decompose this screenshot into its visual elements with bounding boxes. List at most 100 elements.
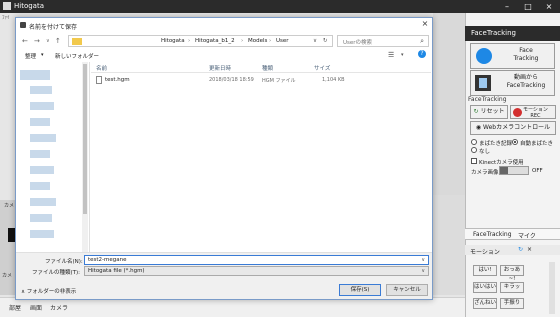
filename-label: ファイル名(N): <box>45 259 83 265</box>
minimize-icon[interactable]: – <box>497 1 517 12</box>
tab-camera[interactable]: カメラ <box>50 303 68 312</box>
motion-button-zannen[interactable]: ざんねい <box>473 298 497 309</box>
motion-header: モーション ↻ × <box>465 245 560 256</box>
camera-image-toggle[interactable] <box>499 166 529 175</box>
workspace-gutter <box>433 13 465 195</box>
nav-item[interactable] <box>30 118 50 126</box>
nav-item[interactable] <box>30 102 54 110</box>
maximize-icon[interactable]: □ <box>518 1 538 12</box>
nav-item[interactable] <box>30 134 56 142</box>
motion-button-hai[interactable]: はい! <box>473 265 497 276</box>
column-divider <box>91 72 431 73</box>
dialog-title: 名前を付けて保存 <box>29 24 78 31</box>
motion-scrollbar[interactable] <box>549 262 555 314</box>
refresh-icon[interactable]: ↻ <box>323 38 328 44</box>
nav-item[interactable] <box>30 230 54 238</box>
view-chevron-icon[interactable]: ▾ <box>401 52 404 58</box>
column-name[interactable]: 名前 <box>96 64 107 72</box>
kinect-checkbox[interactable] <box>471 158 477 164</box>
motion-button-oa[interactable]: おっあ~! <box>500 265 524 282</box>
breadcrumb-user[interactable]: User <box>276 38 289 44</box>
dialog-icon <box>20 22 26 28</box>
tab-screen[interactable]: 画面 <box>30 303 42 312</box>
face-tracking-label: Face Tracking <box>513 47 539 62</box>
file-name: test.hgm <box>105 77 130 83</box>
tab-room[interactable]: 部屋 <box>9 303 21 312</box>
app-icon <box>3 2 11 10</box>
facetracking-tabs: FaceTracking マイク <box>465 228 560 240</box>
column-type[interactable]: 種類 <box>262 64 273 72</box>
back-icon[interactable]: ← <box>22 37 28 45</box>
breadcrumb-hitogata[interactable]: Hitogata <box>161 38 185 44</box>
forward-icon[interactable]: → <box>34 37 40 45</box>
no-blink-radio[interactable] <box>471 147 477 153</box>
hide-folders-toggle[interactable]: ∧ フォルダーの非表示 <box>21 287 76 295</box>
nav-item[interactable] <box>30 214 52 222</box>
webcam-control-button[interactable]: ◉ Webカメラコントロール <box>470 121 556 135</box>
hide-folders-label: フォルダーの非表示 <box>26 289 77 295</box>
nav-item[interactable] <box>30 166 54 174</box>
filetype-value: Hitogata file (*.hgm) <box>88 268 145 274</box>
reset-label: リセット <box>480 108 505 115</box>
tab-mic[interactable]: マイク <box>518 231 536 240</box>
no-blink-label: なし <box>479 149 491 155</box>
nav-item[interactable] <box>30 182 50 190</box>
motion-button-haihai[interactable]: はいはい <box>473 282 497 293</box>
save-button[interactable]: 保存(S) <box>339 284 381 296</box>
tab-facetracking[interactable]: FaceTracking <box>473 231 512 238</box>
column-modified[interactable]: 更新日時 <box>209 64 231 72</box>
camera-panel-label-bottom: カメ <box>2 273 13 279</box>
breadcrumb-hitogata-b1-2[interactable]: Hitogata_b1_2 <box>195 38 235 44</box>
close-icon[interactable]: × <box>539 1 559 12</box>
navigation-pane <box>16 62 90 252</box>
breadcrumb-models[interactable]: Models <box>248 38 267 44</box>
navigation-scroll-thumb[interactable] <box>83 64 87 214</box>
filename-input[interactable]: test2-megane ∨ <box>84 255 429 265</box>
video-facetracking-button[interactable]: 動画から FaceTracking <box>470 70 555 96</box>
organize-button[interactable]: 整理 <box>25 52 36 60</box>
nav-item[interactable] <box>30 198 56 206</box>
file-modified: 2018/03/18 18:59 <box>209 77 254 83</box>
view-options-icon[interactable]: ☰ <box>388 51 394 59</box>
nav-item[interactable] <box>30 86 52 94</box>
face-tracking-button[interactable]: Face Tracking <box>470 43 555 69</box>
help-icon[interactable]: ? <box>418 50 426 58</box>
video-facetracking-label: 動画から FaceTracking <box>506 74 546 89</box>
app-title: Hitogata <box>14 2 45 10</box>
motion-button-kira[interactable]: キラッ <box>500 282 524 293</box>
blink-record-radio[interactable] <box>471 139 477 145</box>
search-input[interactable]: Userの検索 ⌕ <box>337 35 429 47</box>
facetracking-header: FaceTracking <box>465 26 560 41</box>
motion-rec-button[interactable]: モーション REC <box>510 105 556 119</box>
nav-item[interactable] <box>20 70 50 80</box>
file-list <box>91 62 431 252</box>
history-chevron-icon[interactable]: ∨ <box>46 38 50 44</box>
breadcrumb[interactable]: Hitogata › Hitogata_b1_2 › Models › User… <box>68 35 333 47</box>
folder-icon <box>72 38 82 45</box>
cancel-button[interactable]: キャンセル <box>386 284 428 296</box>
column-size[interactable]: サイズ <box>314 64 330 72</box>
breadcrumb-separator-icon: › <box>269 38 272 44</box>
motion-button-wave[interactable]: 手振り <box>500 298 524 309</box>
kinect-label: Kinectカメラ使用 <box>479 160 524 166</box>
dialog-close-icon[interactable]: × <box>420 19 430 29</box>
reset-button[interactable]: ↻ リセット <box>470 105 508 119</box>
camera-toggle-state: OFF <box>532 168 543 174</box>
auto-blink-radio[interactable] <box>512 139 518 145</box>
app-titlebar: Hitogata – □ × <box>0 0 560 13</box>
workspace-panel <box>430 195 465 295</box>
new-folder-button[interactable]: 新しいフォルダー <box>55 52 99 60</box>
nav-item[interactable] <box>30 150 50 158</box>
motion-header-label: モーション <box>470 249 500 256</box>
filetype-select[interactable]: Hitogata file (*.hgm) ∨ <box>84 266 429 276</box>
filename-dropdown-icon[interactable]: ∨ <box>421 257 425 263</box>
webcam-icon: ◉ <box>475 124 482 131</box>
up-icon[interactable]: ↑ <box>55 37 61 45</box>
collapse-chevron-icon: ∧ <box>21 289 26 295</box>
motion-close-icon[interactable]: × <box>527 246 532 253</box>
path-dropdown-icon[interactable]: ∨ <box>313 38 317 44</box>
motion-refresh-icon[interactable]: ↻ <box>518 246 523 253</box>
filetype-dropdown-icon[interactable]: ∨ <box>421 268 425 274</box>
webcam-control-label: Webカメラコントロール <box>483 124 551 131</box>
file-type: HGM ファイル <box>262 78 296 84</box>
